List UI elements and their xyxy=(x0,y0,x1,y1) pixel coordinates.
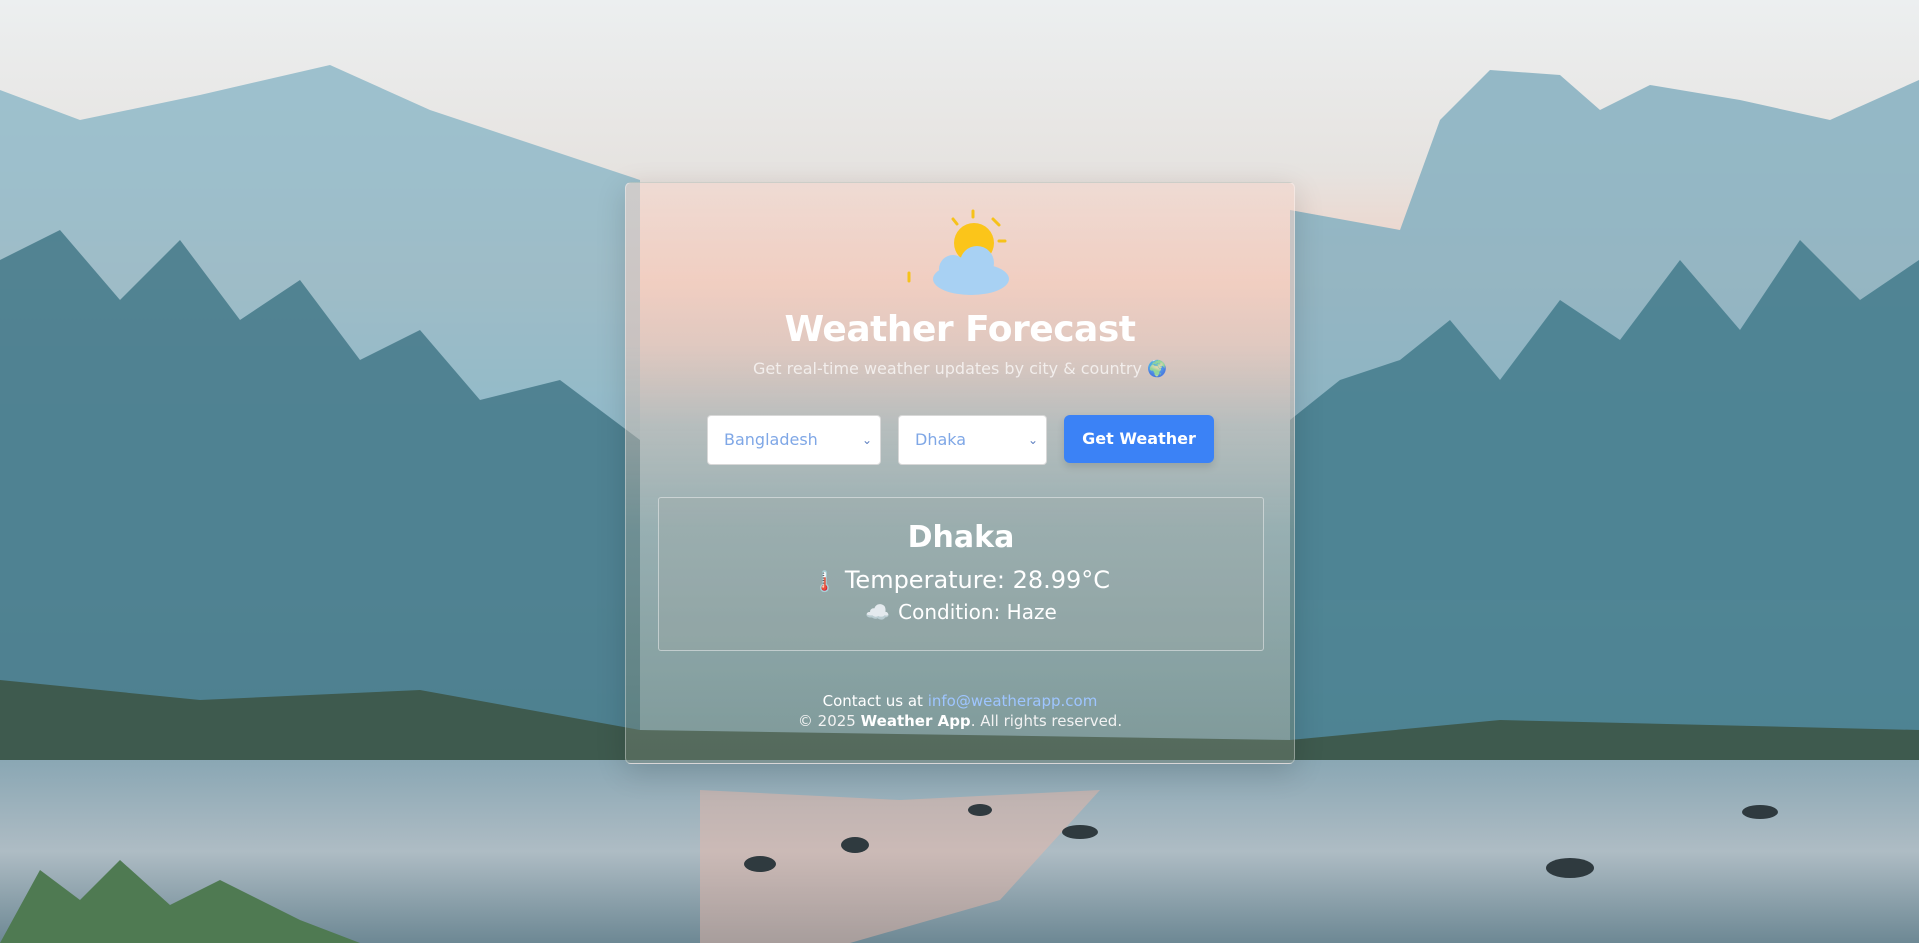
page-title: Weather Forecast xyxy=(784,309,1136,350)
thermometer-icon: 🌡️ xyxy=(811,569,837,593)
page-subtitle: Get real-time weather updates by city & … xyxy=(753,359,1167,378)
contact-email-link[interactable]: info@weatherapp.com xyxy=(928,692,1098,710)
temperature-row: 🌡️ Temperature: 28.99°C xyxy=(659,566,1263,594)
chevron-down-icon: ⌄ xyxy=(861,433,872,447)
chevron-down-icon: ⌄ xyxy=(1027,433,1038,447)
copyright-brand: Weather App xyxy=(860,712,971,730)
weather-result-panel: Dhaka 🌡️ Temperature: 28.99°C ☁️ Condition… xyxy=(658,497,1264,651)
city-select-value: Dhaka xyxy=(915,430,967,449)
get-weather-button[interactable]: Get Weather xyxy=(1064,415,1214,463)
copyright-line: © 2025 Weather App. All rights reserved. xyxy=(626,712,1294,730)
condition-row: ☁️ Condition: Haze xyxy=(659,600,1263,624)
city-select[interactable]: Dhaka ⌄ xyxy=(898,415,1047,465)
country-select-value: Bangladesh xyxy=(724,430,818,449)
country-select[interactable]: Bangladesh ⌄ xyxy=(707,415,881,465)
weather-card: Weather Forecast Get real-time weather u… xyxy=(625,182,1295,764)
cloud-icon: ☁️ xyxy=(865,600,891,624)
result-city-name: Dhaka xyxy=(907,520,1015,555)
temperature-text: Temperature: 28.99°C xyxy=(844,566,1111,594)
sun-behind-cloud-icon xyxy=(907,209,1009,295)
contact-line: Contact us at info@weatherapp.com xyxy=(626,692,1294,710)
copyright-suffix: . All rights reserved. xyxy=(970,712,1123,730)
copyright-prefix: © 2025 xyxy=(797,712,856,730)
contact-prefix: Contact us at xyxy=(822,692,923,710)
condition-text: Condition: Haze xyxy=(898,600,1057,624)
